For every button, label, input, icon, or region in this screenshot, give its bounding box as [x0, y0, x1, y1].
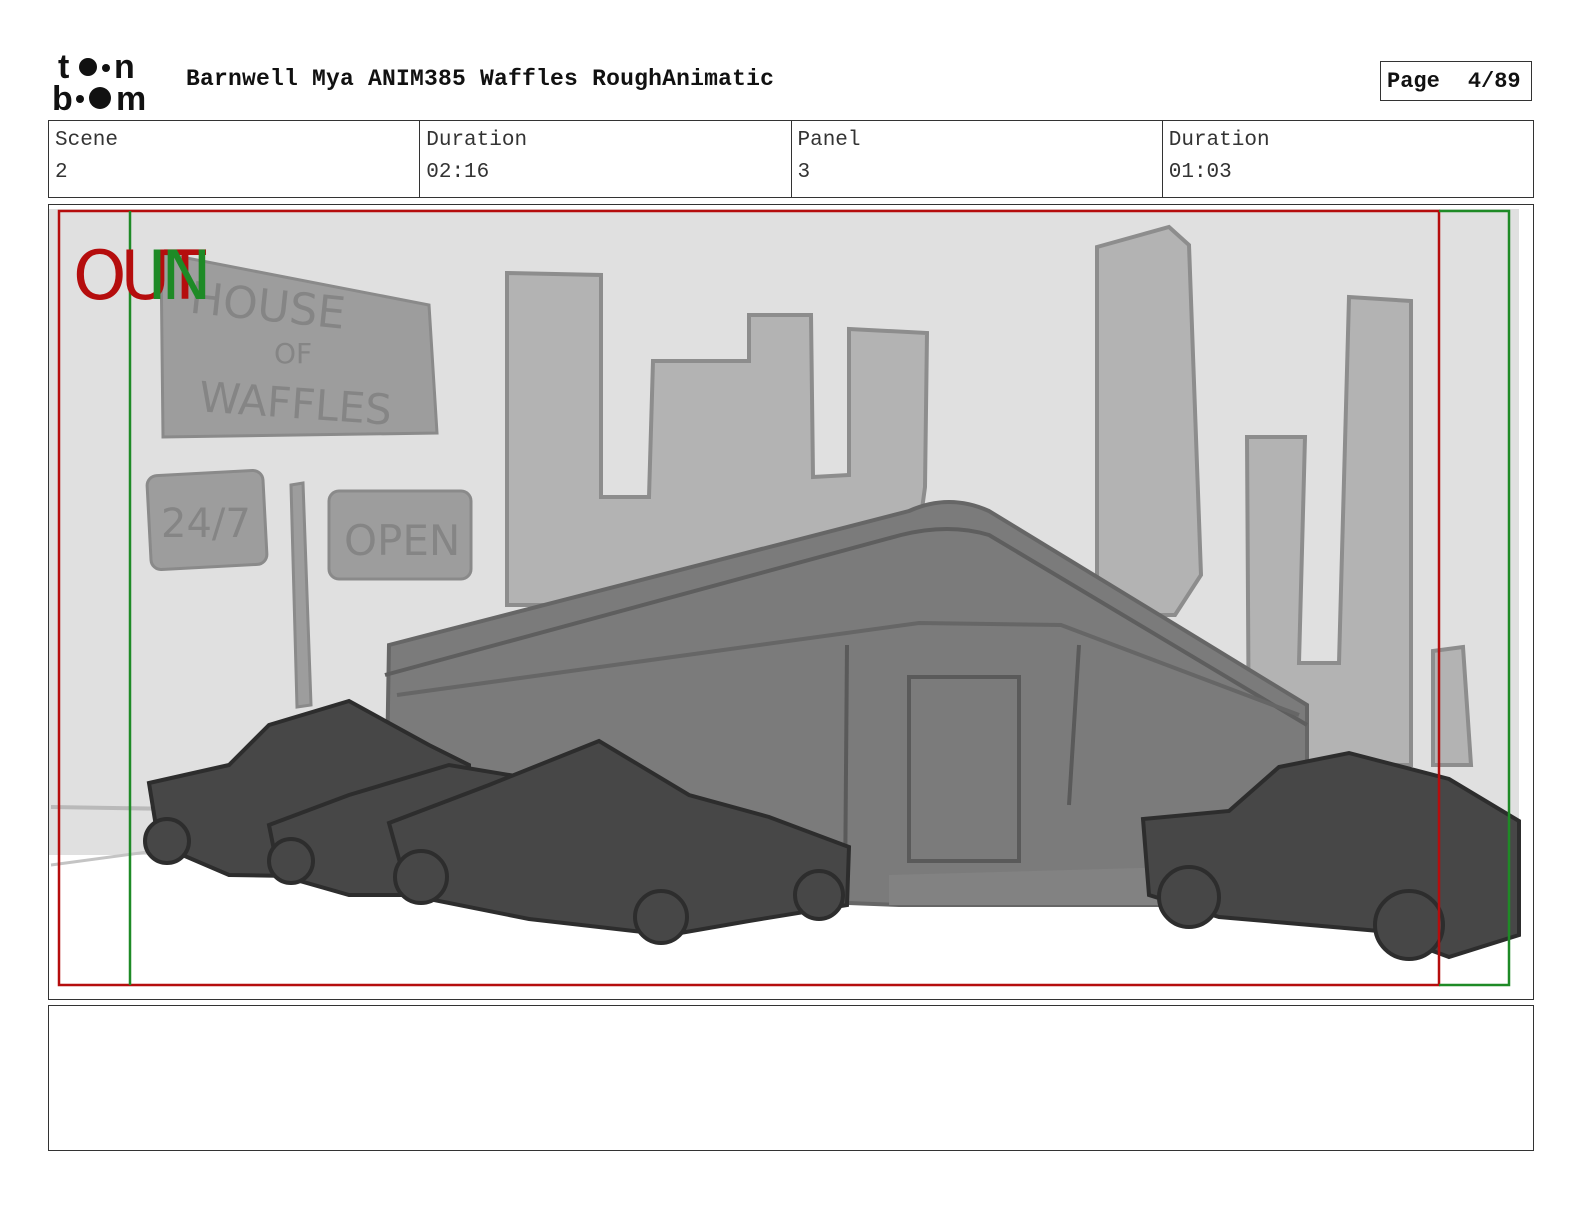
24-7-sign: 24/7 [145, 469, 269, 571]
svg-text:24/7: 24/7 [161, 501, 251, 547]
panel-value: 3 [797, 161, 811, 184]
svg-text:OF: OF [274, 337, 312, 370]
scene-duration-label: Duration [426, 129, 528, 152]
toon-boom-logo: t n b m [52, 50, 146, 114]
scene-duration-value: 02:16 [426, 161, 490, 184]
panel-duration-cell: Duration 01:03 [1163, 121, 1533, 197]
panel-info-table: Scene 2 Duration 02:16 Panel 3 Duration … [48, 120, 1534, 198]
panel-drawing: HOUSE OF WAFFLES 24/7 OPEN OUT IN [49, 209, 1533, 999]
panel-cell: Panel 3 [792, 121, 1163, 197]
in-marker: IN [147, 237, 206, 316]
panel-duration-label: Duration [1168, 129, 1270, 152]
open-sign: OPEN [327, 489, 473, 581]
scene-value: 2 [55, 161, 68, 184]
scene-cell: Scene 2 [49, 121, 421, 197]
scene-duration-cell: Duration 02:16 [420, 121, 792, 197]
page-number: 4/89 [1467, 68, 1521, 94]
document-title: Barnwell Mya ANIM385 Waffles RoughAnimat… [186, 66, 775, 92]
svg-text:m: m [116, 80, 146, 114]
panel-notes [48, 1005, 1534, 1151]
panel-duration-value: 01:03 [1168, 161, 1232, 184]
storyboard-panel: HOUSE OF WAFFLES 24/7 OPEN OUT IN [48, 204, 1534, 1000]
scene-label: Scene [55, 129, 119, 152]
page-label: Page [1387, 68, 1440, 94]
page-indicator: Page 4/89 [1380, 61, 1532, 101]
panel-label: Panel [797, 129, 861, 152]
svg-text:OPEN: OPEN [344, 516, 460, 565]
svg-text:b: b [52, 80, 73, 114]
